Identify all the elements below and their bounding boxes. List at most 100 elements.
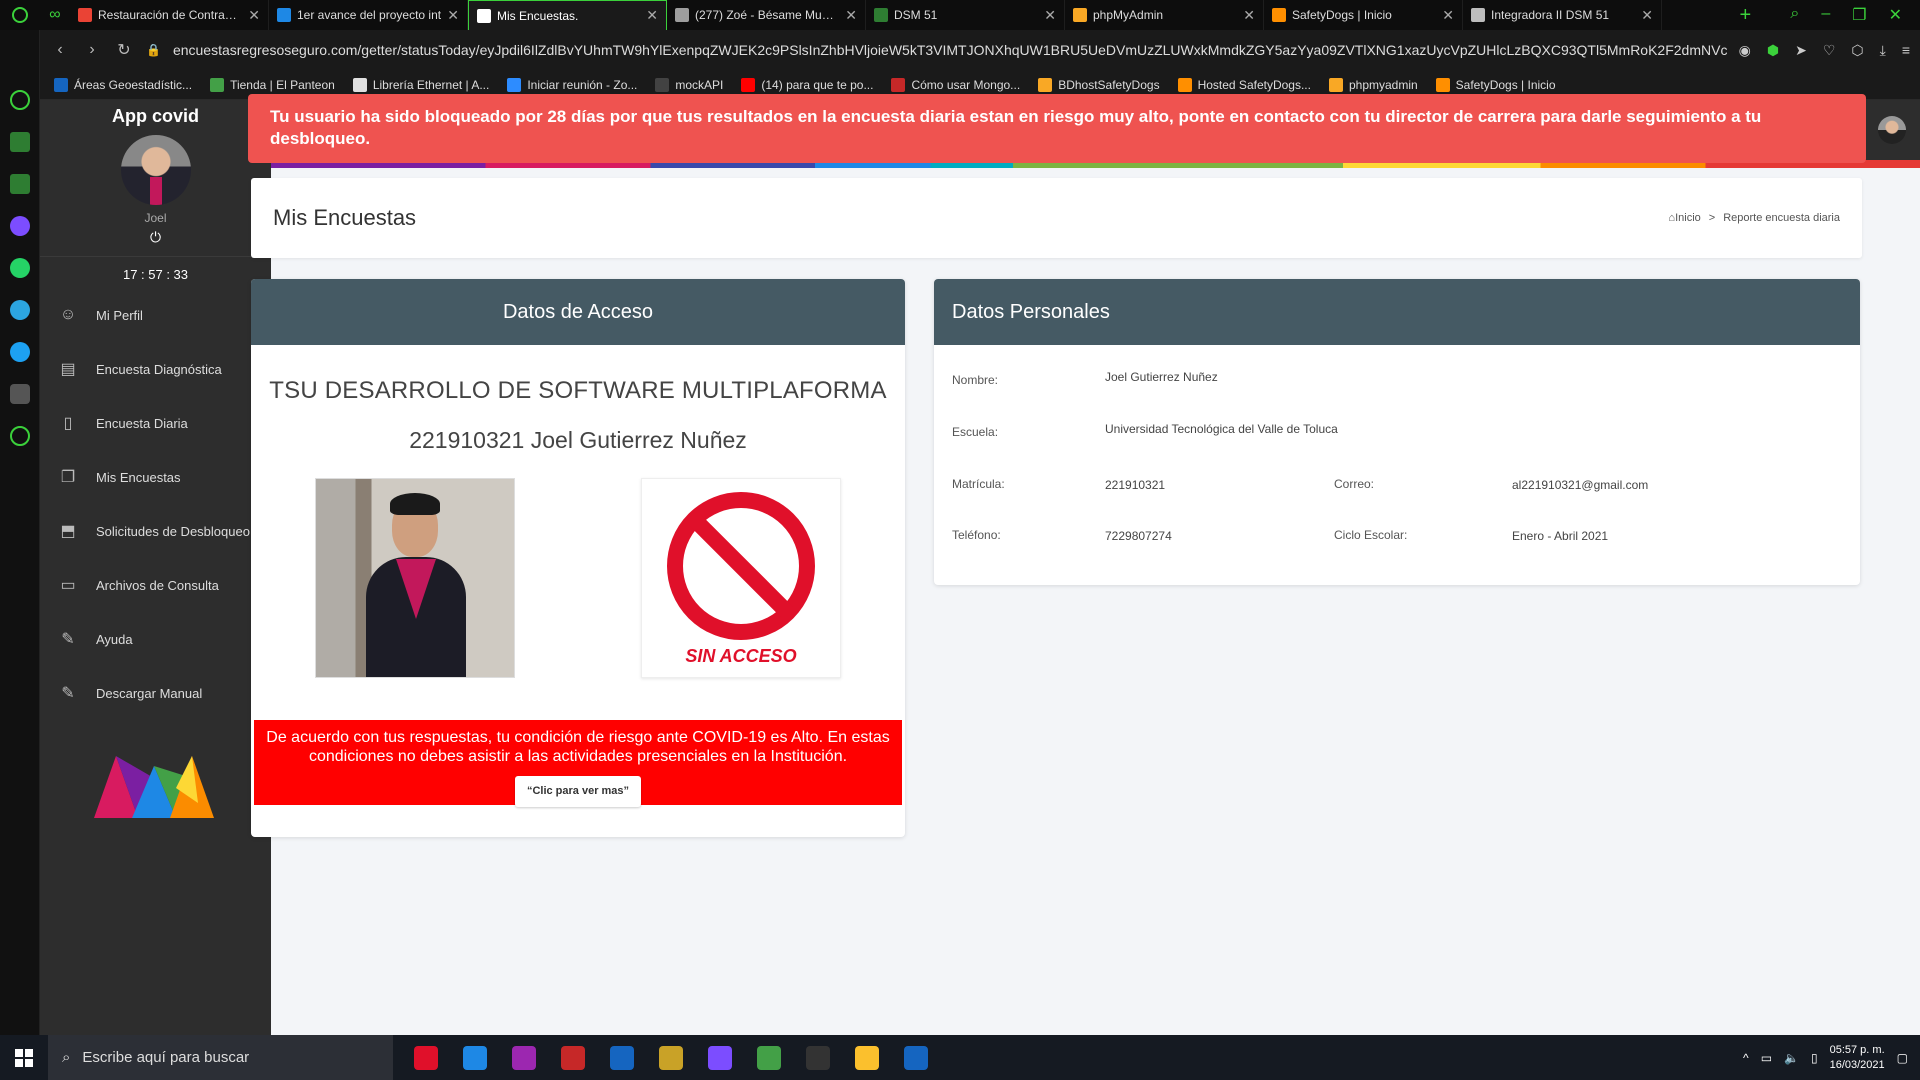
network-icon[interactable]: ▭: [1761, 1051, 1772, 1065]
windows-taskbar: ⌕ Escribe aquí para buscar ^ ▭ 🔈 ▯ 05:57…: [0, 1035, 1920, 1080]
taskbar-search-input[interactable]: ⌕ Escribe aquí para buscar: [48, 1035, 393, 1080]
breadcrumb-separator: >: [1708, 212, 1716, 224]
browser-tab[interactable]: (277) Zoé - Bésame Mucho ✕: [667, 0, 866, 30]
messenger-icon[interactable]: [9, 216, 30, 236]
sidebar-item-ayuda[interactable]: ✎ Ayuda: [40, 612, 271, 666]
sidebar-item-label: Descargar Manual: [96, 685, 203, 701]
menu-dots-icon[interactable]: ≡: [1902, 42, 1910, 59]
lock-icon[interactable]: 🔒: [146, 43, 161, 57]
browser-tab[interactable]: phpMyAdmin ✕: [1065, 0, 1264, 30]
camera-icon[interactable]: ◉: [1739, 42, 1751, 59]
battery-icon[interactable]: ▯: [1811, 1051, 1818, 1065]
tab-title: phpMyAdmin: [1093, 8, 1164, 22]
telegram-icon[interactable]: [9, 300, 30, 320]
gx-icon[interactable]: ∞: [40, 6, 70, 24]
restore-icon[interactable]: ❐: [1852, 5, 1866, 25]
filezilla-taskbar-button[interactable]: [548, 1035, 597, 1080]
mysql-workbench-taskbar-button[interactable]: [597, 1035, 646, 1080]
sidebar-item-solicitudes-de-desbloqueo[interactable]: ⬒ Solicitudes de Desbloqueo: [40, 504, 271, 558]
messenger-taskbar-button[interactable]: [695, 1035, 744, 1080]
explorer-taskbar-button[interactable]: [842, 1035, 891, 1080]
avatar[interactable]: [120, 135, 191, 205]
twitter-icon[interactable]: [9, 342, 30, 362]
bookmark-item[interactable]: Áreas Geoestadístic...: [54, 77, 192, 92]
close-window-icon[interactable]: ✕: [1889, 5, 1902, 25]
bookmark-item[interactable]: Librería Ethernet | A...: [352, 77, 489, 92]
no-access-badge: SIN ACCESO: [641, 478, 841, 678]
shield-icon[interactable]: ⬢: [1767, 42, 1779, 59]
opera-menu-button[interactable]: [0, 0, 40, 30]
settings-gear-icon[interactable]: [9, 426, 30, 446]
notifications-icon[interactable]: ▢: [1897, 1051, 1908, 1065]
volume-icon[interactable]: 🔈: [1784, 1051, 1799, 1065]
speed-icon[interactable]: [9, 90, 30, 110]
tab-close-icon[interactable]: ✕: [845, 7, 857, 24]
bookmark-item[interactable]: SafetyDogs | Inicio: [1435, 77, 1556, 92]
vscode-taskbar-button[interactable]: [450, 1035, 499, 1080]
page-title: Mis Encuestas: [273, 205, 417, 230]
bookmark-item[interactable]: (14) para que te po...: [741, 77, 873, 92]
search-tabs-icon[interactable]: ⌕: [1790, 5, 1799, 25]
send-icon[interactable]: ➤: [1795, 42, 1807, 59]
tab-close-icon[interactable]: ✕: [1641, 7, 1653, 24]
sidebar-item-encuesta-diagn-stica[interactable]: ▤Encuesta Diagnóstica›: [40, 342, 271, 396]
browser-tab[interactable]: Mis Encuestas. ✕: [468, 0, 667, 30]
taskbar-clock[interactable]: 05:57 p. m. 16/03/2021: [1830, 1043, 1885, 1073]
github-taskbar-button[interactable]: [499, 1035, 548, 1080]
telefono-value: 7229807274: [1105, 529, 1172, 543]
minimize-icon[interactable]: –: [1821, 5, 1830, 25]
tab-close-icon[interactable]: ✕: [1442, 7, 1454, 24]
tray-chevron-icon[interactable]: ^: [1743, 1051, 1749, 1065]
tab-close-icon[interactable]: ✕: [1044, 7, 1056, 24]
back-icon[interactable]: ‹: [50, 41, 70, 59]
browser-tab[interactable]: 1er avance del proyecto int ✕: [269, 0, 468, 30]
bookmark-item[interactable]: Hosted SafetyDogs...: [1177, 77, 1311, 92]
bookmark-label: BDhostSafetyDogs: [1058, 77, 1160, 92]
browser-tab[interactable]: Integradora II DSM 51 ✕: [1463, 0, 1662, 30]
tab-close-icon[interactable]: ✕: [447, 7, 459, 24]
browser-tab[interactable]: SafetyDogs | Inicio ✕: [1264, 0, 1463, 30]
see-more-button[interactable]: “Clic para ver mas”: [514, 776, 642, 807]
tab-close-icon[interactable]: ✕: [248, 7, 260, 24]
bookmark-item[interactable]: phpmyadmin: [1328, 77, 1418, 92]
browser-tab[interactable]: DSM 51 ✕: [866, 0, 1065, 30]
sidebar-item-mis-encuestas[interactable]: ❐Mis Encuestas›: [40, 450, 271, 504]
bookmark-item[interactable]: mockAPI: [655, 77, 723, 92]
sidebar-item-archivos-de-consulta[interactable]: ▭Archivos de Consulta›: [40, 558, 271, 612]
bag-icon[interactable]: [9, 132, 30, 152]
bookmark-item[interactable]: Iniciar reunión - Zo...: [507, 77, 637, 92]
sidebar-item-encuesta-diaria[interactable]: ▯Encuesta Diaria›: [40, 396, 271, 450]
breadcrumb-current: Reporte encuesta diaria: [1723, 212, 1840, 224]
bookmark-favicon-icon: [210, 77, 225, 92]
twitch-icon[interactable]: [9, 174, 30, 194]
sidebar-item-mi-perfil[interactable]: ☺Mi Perfil›: [40, 288, 271, 342]
tab-close-icon[interactable]: ✕: [646, 7, 658, 24]
word-taskbar-button[interactable]: [891, 1035, 940, 1080]
browser-tab[interactable]: Restauración de Contraseñ ✕: [70, 0, 269, 30]
opera-taskbar-button[interactable]: [401, 1035, 450, 1080]
sidebar-item-descargar-manual[interactable]: ✎ Descargar Manual: [40, 666, 271, 720]
top-avatar[interactable]: [1878, 116, 1906, 144]
whatsapp-icon[interactable]: [9, 258, 30, 278]
discord-icon[interactable]: [9, 384, 30, 404]
breadcrumb-home[interactable]: ⌂Inicio: [1668, 212, 1700, 224]
new-tab-button[interactable]: +: [1730, 4, 1760, 27]
reload-icon[interactable]: ↻: [114, 40, 134, 60]
download-browser-icon[interactable]: ⤓: [1880, 42, 1886, 59]
bookmark-item[interactable]: Cómo usar Mongo...: [891, 77, 1020, 92]
league-taskbar-button[interactable]: [646, 1035, 695, 1080]
tab-favicon-icon: [1073, 8, 1087, 22]
terminal-taskbar-button[interactable]: [793, 1035, 842, 1080]
url-input[interactable]: encuestasregresoseguro.com/getter/status…: [173, 42, 1727, 58]
mongodb-taskbar-button[interactable]: [744, 1035, 793, 1080]
search-icon: ⌕: [62, 1049, 71, 1066]
start-button[interactable]: [0, 1048, 48, 1067]
power-icon[interactable]: ⏻: [40, 229, 271, 246]
cube-icon[interactable]: ⬡: [1851, 42, 1863, 59]
heart-icon[interactable]: ♡: [1823, 42, 1836, 59]
bookmark-item[interactable]: BDhostSafetyDogs: [1038, 77, 1160, 92]
matricula-label: Matrícula:: [952, 477, 1005, 491]
bookmark-item[interactable]: Tienda | El Panteon: [210, 77, 335, 92]
forward-icon[interactable]: ›: [82, 41, 102, 59]
tab-close-icon[interactable]: ✕: [1243, 7, 1255, 24]
